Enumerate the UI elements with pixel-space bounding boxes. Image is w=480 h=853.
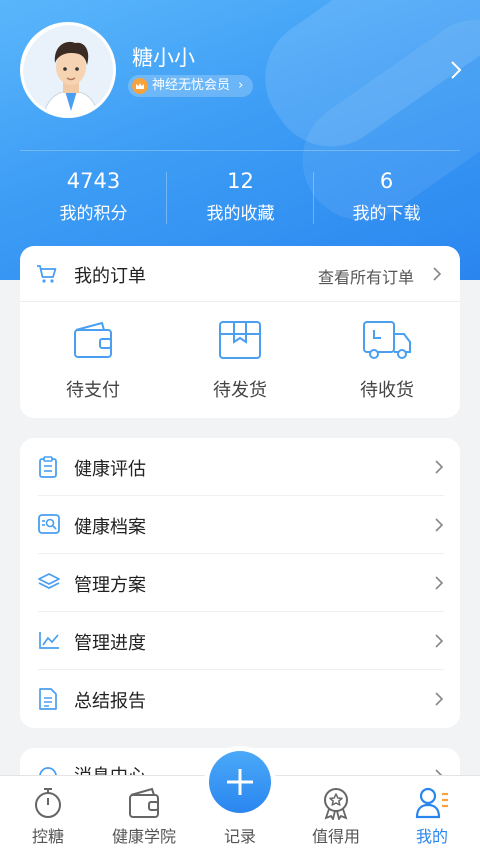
tab-label: 值得用 bbox=[311, 827, 360, 846]
view-all-orders-link[interactable]: 查看所有订单 bbox=[318, 264, 414, 288]
profile-card-icon bbox=[38, 514, 60, 538]
menu-label: 健康档案 bbox=[74, 517, 146, 538]
order-label: 待支付 bbox=[66, 380, 120, 401]
chevron-right-icon bbox=[434, 517, 444, 537]
menu-item-summary-report[interactable]: 总结报告 bbox=[20, 670, 460, 728]
chevron-right-icon bbox=[434, 575, 444, 595]
line-chart-icon bbox=[38, 630, 60, 654]
stopwatch-icon bbox=[30, 786, 66, 820]
menu-item-management-progress[interactable]: 管理进度 bbox=[20, 612, 460, 670]
profile-header: 糖小小 神经无忧会员 › 4743 我的积分 12 我的收藏 6 我的下载 bbox=[0, 0, 480, 280]
tab-label: 我的 bbox=[415, 827, 448, 846]
record-fab-button[interactable] bbox=[204, 746, 276, 818]
stat-value: 4743 bbox=[66, 169, 121, 193]
chevron-right-icon bbox=[434, 691, 444, 711]
menu-item-management-plan[interactable]: 管理方案 bbox=[20, 554, 460, 612]
tab-worth-using[interactable]: 值得用 bbox=[288, 776, 384, 853]
order-label: 待收货 bbox=[360, 380, 414, 401]
stat-points[interactable]: 4743 我的积分 bbox=[20, 168, 167, 227]
membership-label: 神经无忧会员 bbox=[152, 78, 231, 93]
document-icon bbox=[38, 688, 58, 714]
tab-label: 记录 bbox=[223, 827, 256, 846]
menu-item-health-records[interactable]: 健康档案 bbox=[20, 496, 460, 554]
cart-icon bbox=[36, 264, 58, 288]
order-pending-shipment[interactable]: 待发货 bbox=[167, 320, 313, 402]
order-pending-payment[interactable]: 待支付 bbox=[20, 320, 166, 402]
tab-label: 健康学院 bbox=[111, 827, 176, 846]
chevron-right-icon bbox=[434, 633, 444, 653]
wallet-tab-icon bbox=[126, 786, 162, 820]
wallet-icon bbox=[72, 321, 114, 364]
truck-icon bbox=[362, 321, 412, 364]
package-icon bbox=[218, 321, 262, 364]
avatar[interactable] bbox=[20, 22, 116, 118]
stat-label: 我的收藏 bbox=[206, 204, 275, 224]
stat-value: 12 bbox=[227, 169, 254, 193]
clipboard-icon bbox=[38, 456, 58, 482]
tab-health-academy[interactable]: 健康学院 bbox=[96, 776, 192, 853]
membership-badge[interactable]: 神经无忧会员 › bbox=[128, 75, 254, 97]
order-pending-receipt[interactable]: 待收货 bbox=[314, 320, 460, 402]
chevron-right-icon: › bbox=[238, 78, 244, 93]
menu-label: 总结报告 bbox=[74, 691, 146, 712]
menu-item-health-assessment[interactable]: 健康评估 bbox=[20, 438, 460, 496]
stat-downloads[interactable]: 6 我的下载 bbox=[313, 168, 460, 227]
order-label: 待发货 bbox=[213, 380, 267, 401]
menu-label: 管理进度 bbox=[74, 633, 146, 654]
member-crown-icon bbox=[132, 78, 148, 94]
orders-title: 我的订单 bbox=[74, 266, 146, 287]
chevron-right-icon bbox=[432, 266, 442, 286]
menu-label: 管理方案 bbox=[74, 575, 146, 596]
orders-header[interactable]: 我的订单 查看所有订单 bbox=[20, 246, 460, 302]
divider bbox=[20, 150, 460, 151]
chevron-right-icon[interactable] bbox=[446, 60, 466, 80]
orders-card: 我的订单 查看所有订单 待支付 待发货 待收货 bbox=[20, 246, 460, 418]
layers-icon bbox=[38, 572, 60, 596]
tab-mine[interactable]: 我的 bbox=[384, 776, 480, 853]
stat-favorites[interactable]: 12 我的收藏 bbox=[167, 168, 314, 227]
award-icon bbox=[318, 786, 354, 822]
menu-label: 健康评估 bbox=[74, 459, 146, 480]
person-icon bbox=[414, 786, 450, 820]
stat-label: 我的下载 bbox=[352, 204, 421, 224]
username: 糖小小 bbox=[132, 46, 195, 70]
plus-icon bbox=[209, 751, 271, 813]
chevron-right-icon bbox=[434, 459, 444, 479]
stat-label: 我的积分 bbox=[59, 204, 128, 224]
tab-sugar-control[interactable]: 控糖 bbox=[0, 776, 96, 853]
health-menu-card: 健康评估 健康档案 管理方案 管理进度 总结报告 bbox=[20, 438, 460, 728]
stat-value: 6 bbox=[379, 169, 394, 193]
tab-label: 控糖 bbox=[31, 827, 64, 846]
